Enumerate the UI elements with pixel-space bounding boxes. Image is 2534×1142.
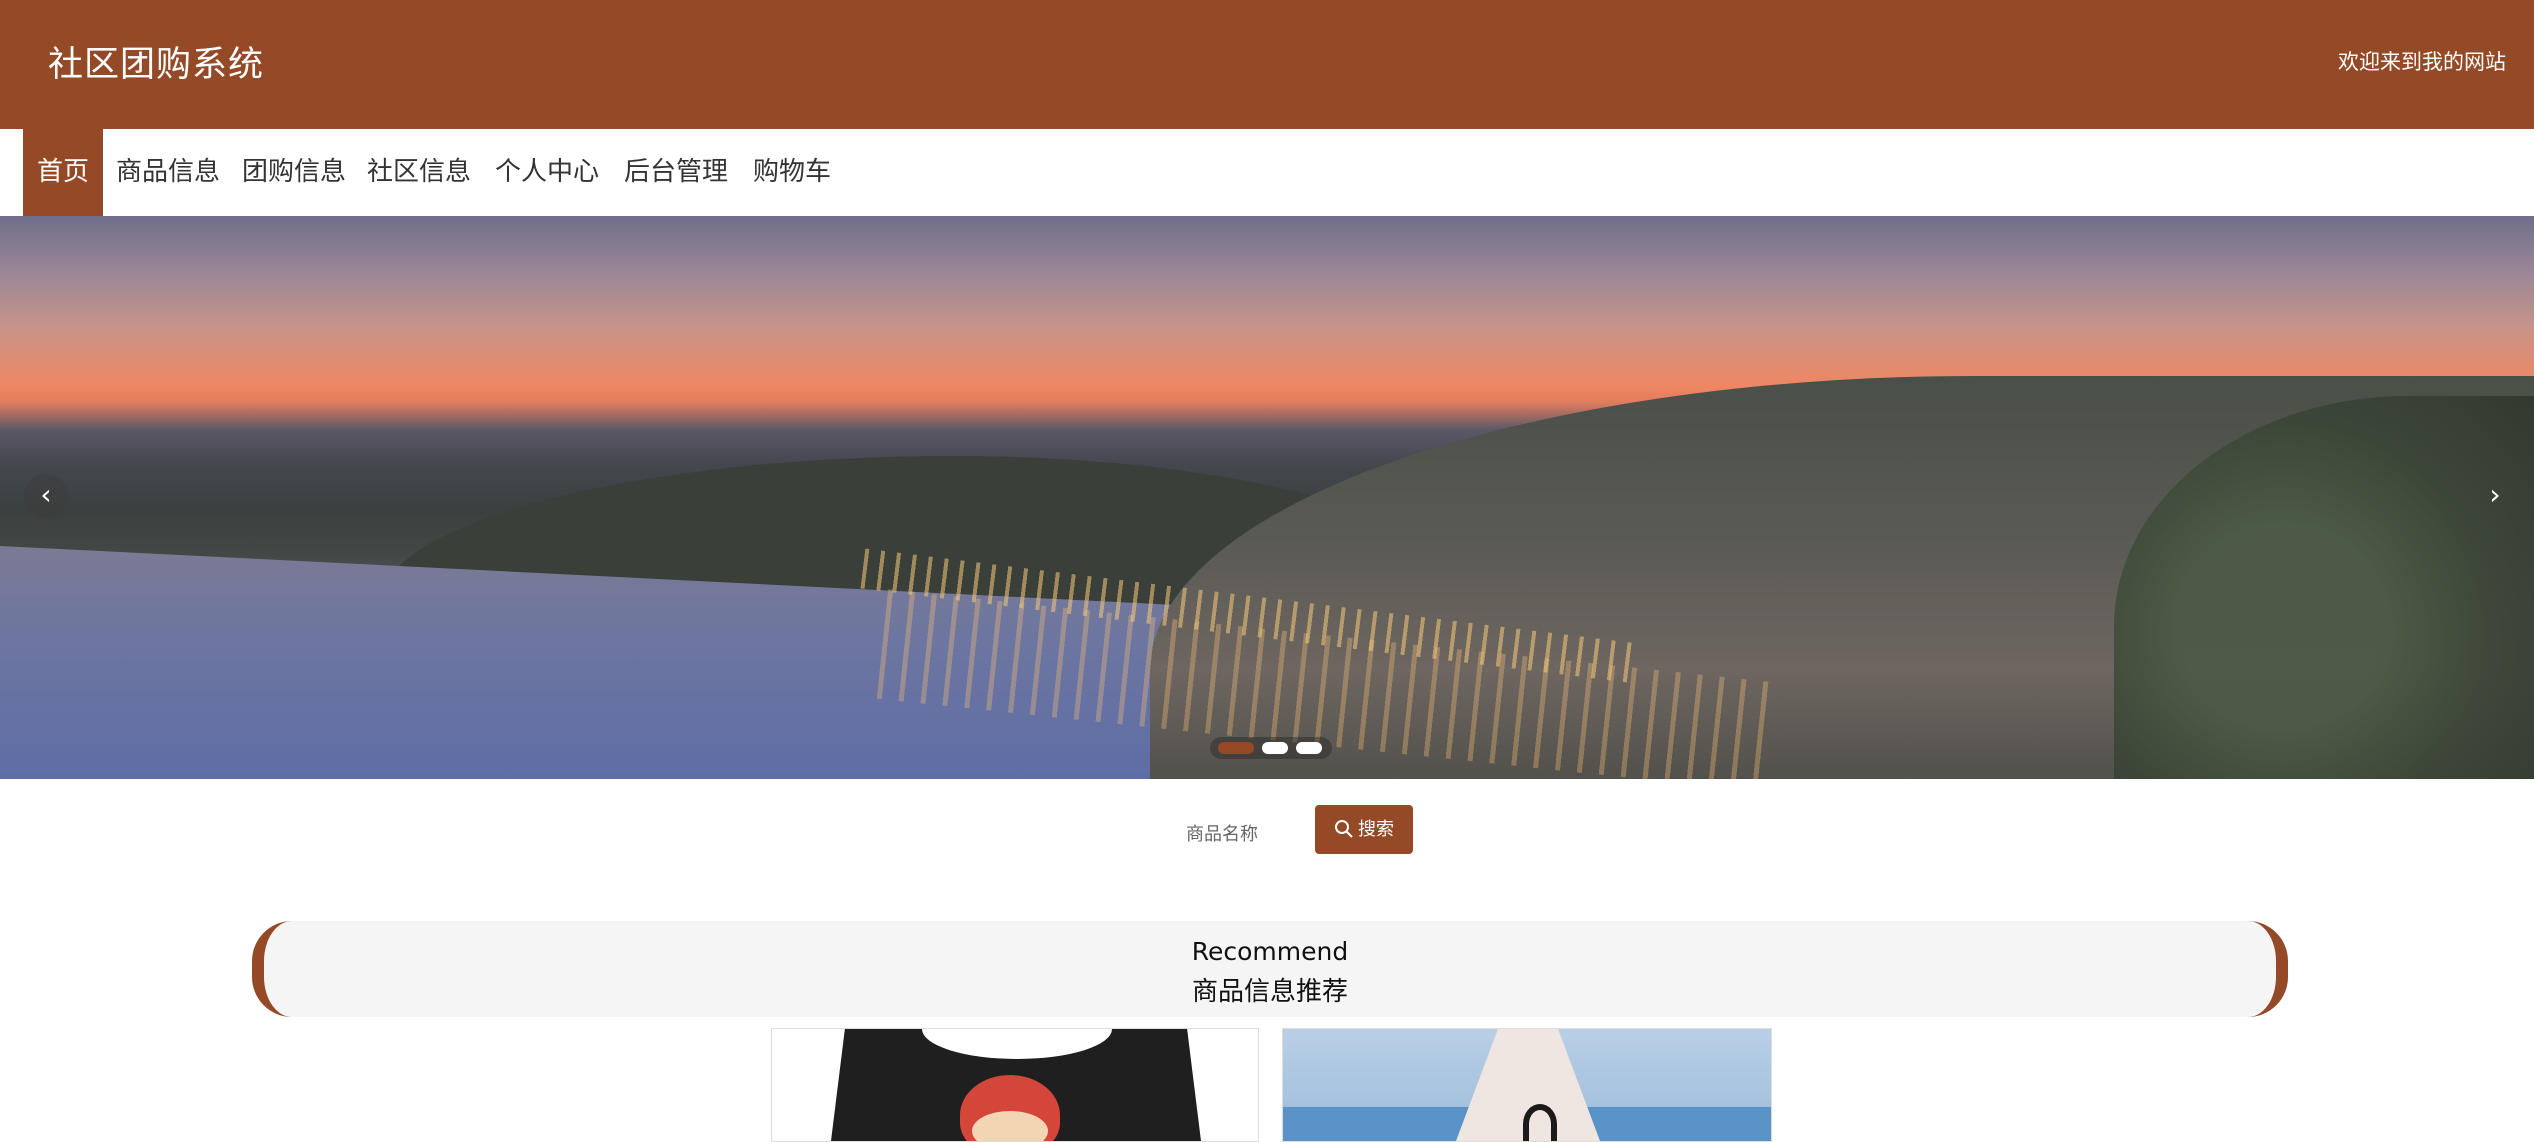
search-input-placeholder: 商品名称: [1186, 824, 1258, 845]
nav-item-group-buy[interactable]: 团购信息: [242, 129, 346, 216]
nav-item-community[interactable]: 社区信息: [367, 129, 471, 216]
recommend-title-cn: 商品信息推荐: [1191, 977, 1348, 1007]
nav-item-cart[interactable]: 购物车: [753, 129, 831, 216]
recommend-title-en: Recommend: [1191, 937, 1349, 966]
site-title: 社区团购系统: [48, 45, 265, 85]
banner-carousel[interactable]: [0, 216, 2534, 779]
welcome-text: 欢迎来到我的网站: [2338, 50, 2506, 74]
carousel-indicators: [1210, 737, 1332, 759]
carousel-dot-2[interactable]: [1262, 742, 1288, 754]
site-header: 社区团购系统 欢迎来到我的网站: [0, 0, 2534, 129]
nav-item-admin[interactable]: 后台管理: [624, 129, 728, 216]
chevron-left-icon[interactable]: ‹: [24, 474, 68, 518]
search-icon: [1335, 820, 1353, 838]
recommend-section-header: Recommend 商品信息推荐: [252, 921, 2288, 1017]
nav-item-personal-center[interactable]: 个人中心: [495, 129, 599, 216]
product-card[interactable]: [771, 1028, 1259, 1142]
nav-item-products[interactable]: 商品信息: [116, 129, 220, 216]
product-card[interactable]: [1282, 1028, 1772, 1142]
main-nav: 首页 商品信息 团购信息 社区信息 个人中心 后台管理 购物车: [0, 129, 2534, 216]
carousel-dot-1[interactable]: [1218, 742, 1254, 754]
chevron-right-icon[interactable]: ›: [2473, 474, 2517, 518]
search-input[interactable]: [1260, 805, 1310, 853]
search-button-label: 搜索: [1358, 819, 1394, 840]
search-button[interactable]: 搜索: [1315, 805, 1413, 854]
carousel-dot-3[interactable]: [1296, 742, 1322, 754]
nav-item-home[interactable]: 首页: [23, 129, 104, 216]
